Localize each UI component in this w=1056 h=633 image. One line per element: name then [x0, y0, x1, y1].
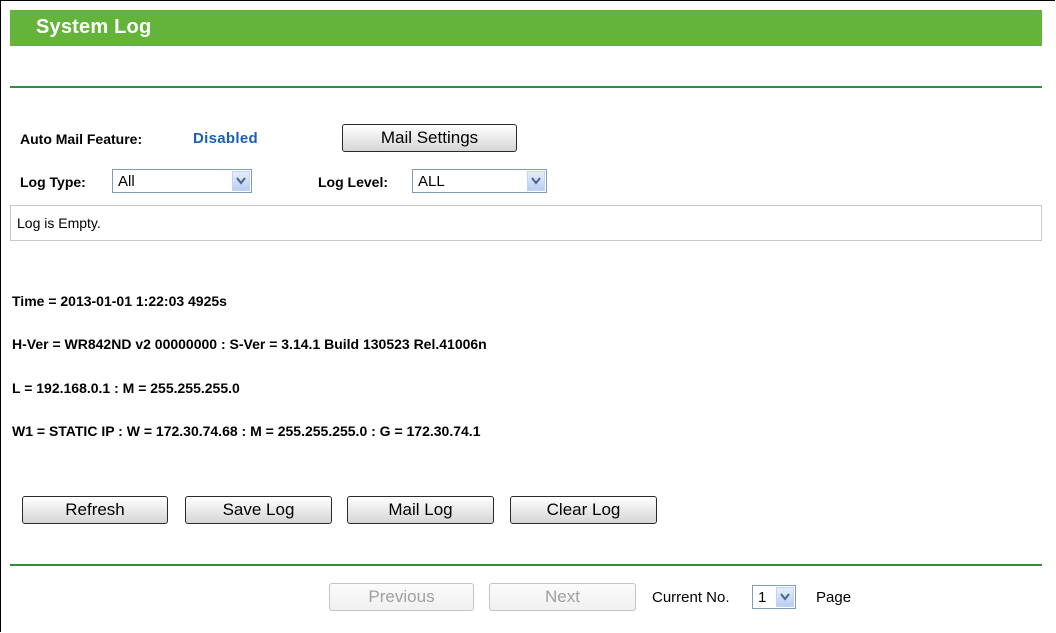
- log-level-label: Log Level:: [318, 174, 389, 190]
- current-page-label: Current No.: [652, 589, 730, 606]
- info-lan: L = 192.168.0.1 : M = 255.255.255.0: [12, 380, 240, 396]
- chevron-down-icon[interactable]: [776, 587, 794, 607]
- divider-top: [10, 86, 1042, 88]
- log-empty-text: Log is Empty.: [17, 215, 101, 231]
- page-select[interactable]: 1: [752, 585, 796, 609]
- log-type-value: All: [118, 173, 135, 190]
- refresh-button[interactable]: Refresh: [22, 496, 168, 524]
- page-frame: [0, 0, 1055, 632]
- log-level-value: ALL: [418, 173, 445, 190]
- log-type-select[interactable]: All: [112, 169, 252, 193]
- auto-mail-status: Disabled: [193, 130, 258, 147]
- chevron-down-icon[interactable]: [527, 171, 545, 191]
- next-button[interactable]: Next: [489, 583, 636, 611]
- previous-button[interactable]: Previous: [329, 583, 474, 611]
- title-bar: System Log: [10, 10, 1042, 46]
- page-title: System Log: [36, 16, 152, 38]
- info-version: H-Ver = WR842ND v2 00000000 : S-Ver = 3.…: [12, 336, 487, 352]
- save-log-button[interactable]: Save Log: [185, 496, 332, 524]
- mail-log-button[interactable]: Mail Log: [347, 496, 494, 524]
- info-time: Time = 2013-01-01 1:22:03 4925s: [12, 293, 227, 309]
- page-label: Page: [816, 589, 852, 606]
- info-wan: W1 = STATIC IP : W = 172.30.74.68 : M = …: [12, 423, 481, 439]
- divider-bottom: [10, 564, 1042, 566]
- chevron-down-icon[interactable]: [232, 171, 250, 191]
- auto-mail-label: Auto Mail Feature:: [20, 131, 143, 147]
- log-level-select[interactable]: ALL: [412, 169, 547, 193]
- log-type-label: Log Type:: [20, 174, 86, 190]
- clear-log-button[interactable]: Clear Log: [510, 496, 657, 524]
- log-content-box: Log is Empty.: [10, 205, 1042, 241]
- mail-settings-button[interactable]: Mail Settings: [342, 124, 517, 152]
- page-select-value: 1: [758, 589, 767, 606]
